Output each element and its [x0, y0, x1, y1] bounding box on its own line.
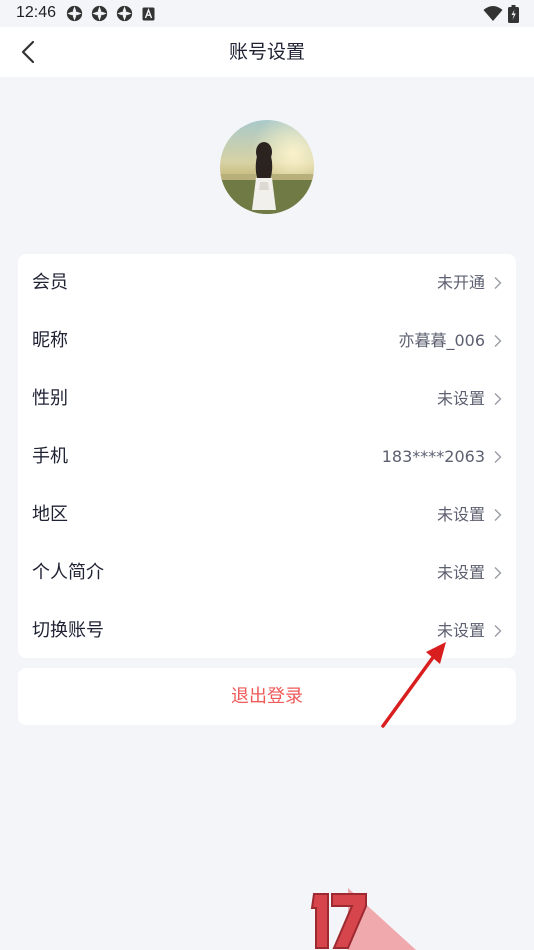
settings-row-phone[interactable]: 手机 183****2063	[18, 428, 516, 486]
settings-row-label: 会员	[32, 272, 68, 293]
settings-row-label: 地区	[32, 504, 68, 525]
chevron-right-icon	[494, 625, 502, 637]
settings-row-value: 未设置	[436, 621, 485, 640]
settings-row-label: 个人简介	[32, 562, 104, 583]
chevron-right-icon	[494, 277, 502, 289]
settings-row-label: 切换账号	[32, 620, 104, 641]
account-settings-screen: 12:46 账号设置 会员 未开通 昵称 亦暮暮_006 性别 未设置 手机 1…	[0, 0, 534, 950]
avatar-image	[220, 120, 314, 214]
chevron-right-icon	[494, 509, 502, 521]
settings-gear-icon	[66, 5, 83, 22]
settings-row-label: 昵称	[32, 330, 68, 351]
settings-row-value: 未开通	[436, 273, 485, 292]
settings-row-membership[interactable]: 会员 未开通	[18, 254, 516, 312]
settings-row-gender[interactable]: 性别 未设置	[18, 370, 516, 428]
chevron-right-icon	[494, 451, 502, 463]
settings-row-label: 手机	[32, 446, 68, 467]
settings-row-value: 未设置	[436, 389, 485, 408]
watermark-logo	[310, 888, 416, 950]
app-a-icon	[142, 7, 155, 21]
chevron-right-icon	[494, 393, 502, 405]
settings-gear-icon	[116, 5, 133, 22]
settings-row-switch-account[interactable]: 切换账号 未设置	[18, 602, 516, 660]
page-title: 账号设置	[228, 41, 305, 63]
settings-row-value: 183****2063	[381, 447, 485, 466]
status-time: 12:46	[16, 4, 57, 21]
avatar[interactable]	[220, 120, 314, 214]
settings-row-bio[interactable]: 个人简介 未设置	[18, 544, 516, 602]
settings-row-nickname[interactable]: 昵称 亦暮暮_006	[18, 312, 516, 370]
app-header: 账号设置	[0, 27, 534, 77]
settings-gear-icon	[91, 5, 108, 22]
chevron-right-icon	[494, 335, 502, 347]
battery-icon	[508, 5, 519, 23]
settings-row-region[interactable]: 地区 未设置	[18, 486, 516, 544]
settings-row-value: 亦暮暮_006	[398, 331, 485, 350]
settings-row-value: 未设置	[436, 563, 485, 582]
logout-label: 退出登录	[231, 686, 303, 707]
settings-list: 会员 未开通 昵称 亦暮暮_006 性别 未设置 手机 183****2063 …	[18, 254, 516, 658]
chevron-left-icon[interactable]	[14, 37, 44, 67]
wifi-icon	[483, 6, 503, 21]
status-bar: 12:46	[0, 0, 534, 27]
chevron-right-icon	[494, 567, 502, 579]
settings-row-value: 未设置	[436, 505, 485, 524]
settings-row-label: 性别	[32, 388, 68, 409]
logout-button[interactable]: 退出登录	[18, 668, 516, 725]
